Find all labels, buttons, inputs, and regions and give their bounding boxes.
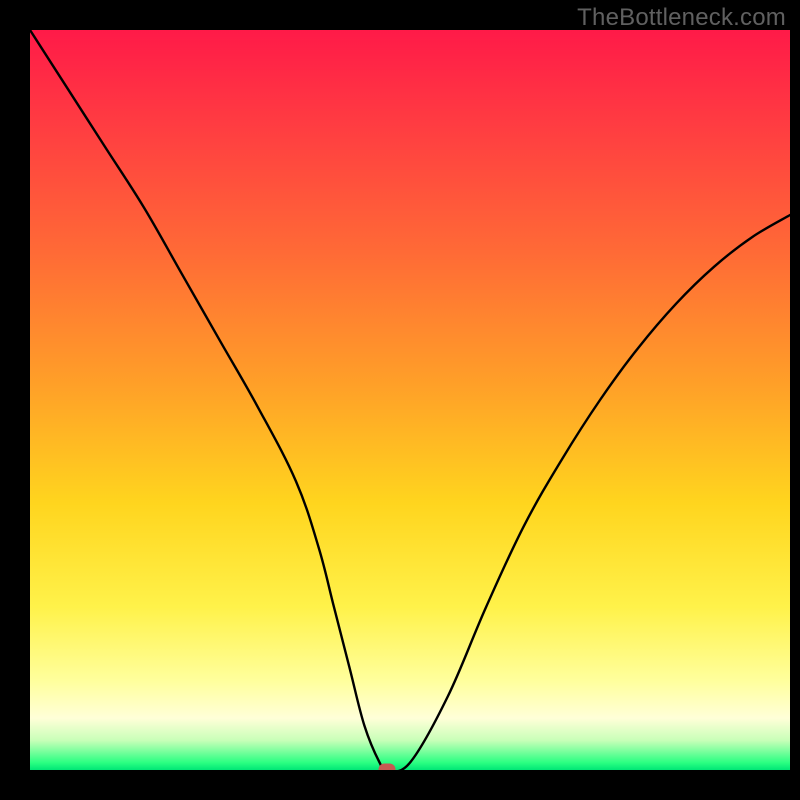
bottleneck-curve [30, 30, 790, 770]
minimum-marker [379, 764, 396, 771]
watermark-text: TheBottleneck.com [577, 4, 786, 32]
plot-area [30, 30, 790, 770]
chart-frame: TheBottleneck.com [0, 0, 800, 800]
